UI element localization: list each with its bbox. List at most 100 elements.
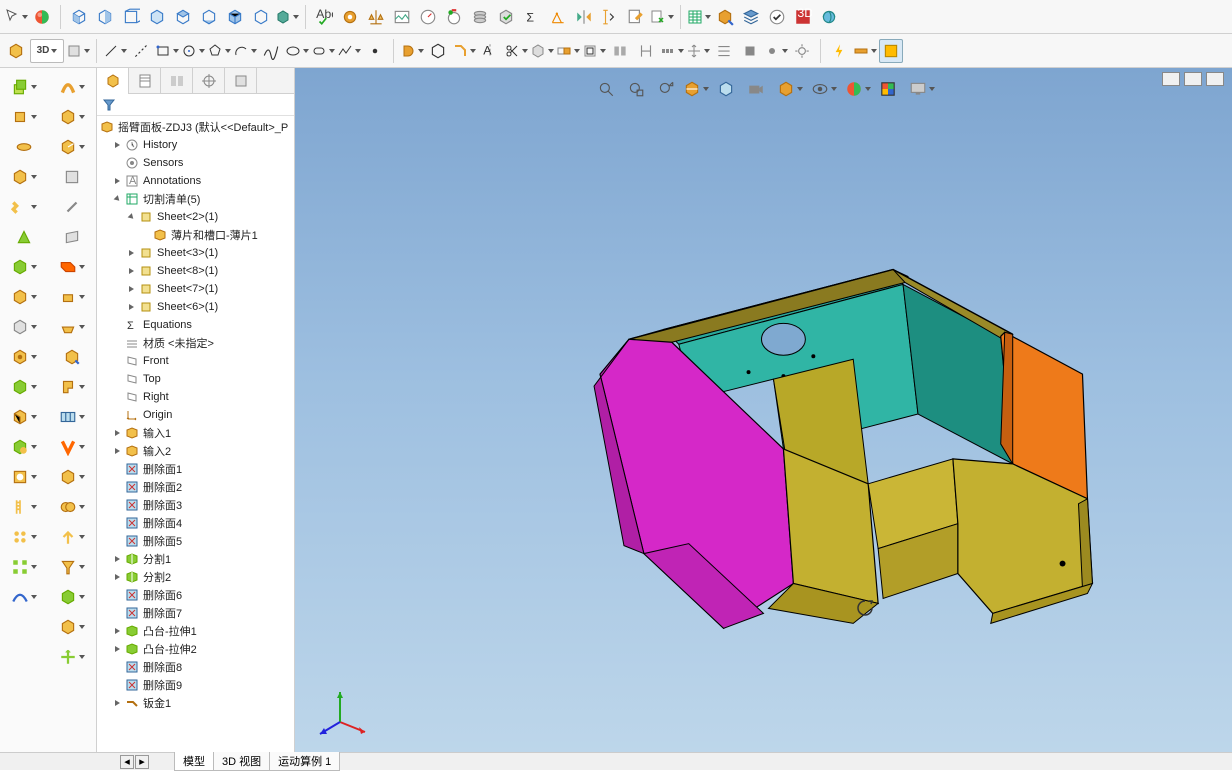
tab-config[interactable] (129, 68, 161, 94)
bracket-icon[interactable] (52, 372, 92, 401)
viewport-close-icon[interactable] (1206, 72, 1224, 86)
tab-motion-study[interactable]: 运动算例 1 (269, 752, 340, 771)
zigzag-icon[interactable] (4, 192, 44, 221)
hex-icon[interactable] (426, 39, 450, 63)
expand-icon[interactable] (111, 553, 123, 565)
expand-icon[interactable] (125, 247, 137, 259)
line-icon[interactable] (103, 39, 127, 63)
edge-cube-icon[interactable] (4, 39, 28, 63)
tree-feature[interactable]: 删除面1 (97, 460, 294, 478)
move-arrows-icon[interactable] (52, 642, 92, 671)
tree-material[interactable]: 材质 <未指定> (97, 334, 294, 352)
tree-feature[interactable]: 钣金1 (97, 694, 294, 712)
dropdown-cube-icon[interactable] (66, 39, 90, 63)
menu-icon[interactable] (712, 39, 736, 63)
tree-feature[interactable]: 删除面4 (97, 514, 294, 532)
tree-origin[interactable]: Origin (97, 406, 294, 424)
box-ref-icon[interactable] (530, 39, 554, 63)
expand-icon[interactable] (111, 139, 123, 151)
tree-sheet8[interactable]: Sheet<8>(1) (97, 262, 294, 280)
extrude-boss-icon[interactable] (4, 72, 44, 101)
tree-feature[interactable]: 凸台-拉伸2 (97, 640, 294, 658)
link-icon[interactable] (338, 5, 362, 29)
revolve-cut-icon[interactable] (4, 252, 44, 281)
zip-icon[interactable] (4, 492, 44, 521)
hem-icon[interactable] (4, 312, 44, 341)
scroll-left-icon[interactable]: ◂ (120, 755, 134, 769)
wedge-icon[interactable] (4, 222, 44, 251)
view-left-icon[interactable] (119, 5, 143, 29)
tree-feature[interactable]: 删除面3 (97, 496, 294, 514)
polyline-icon[interactable] (337, 39, 361, 63)
sheet-edit-icon[interactable] (624, 5, 648, 29)
layers-panel-icon[interactable] (879, 39, 903, 63)
check-circle-icon[interactable] (765, 5, 789, 29)
sheet-x-icon[interactable] (650, 5, 674, 29)
cube-dot-icon[interactable] (4, 342, 44, 371)
revolve2-icon[interactable] (4, 132, 44, 161)
curve-edit-icon[interactable] (52, 72, 92, 101)
revolve-boss-icon[interactable] (4, 102, 44, 131)
expand-icon[interactable] (111, 445, 123, 457)
corner-rect-icon[interactable] (155, 39, 179, 63)
orange-v-icon[interactable] (52, 432, 92, 461)
3d-mode-icon[interactable]: 3D (30, 39, 64, 63)
centerline-icon[interactable] (129, 39, 153, 63)
geometry-icon[interactable] (546, 5, 570, 29)
stop-icon[interactable] (738, 39, 762, 63)
expand-icon[interactable] (125, 283, 137, 295)
offset-icon[interactable] (582, 39, 606, 63)
circle-icon[interactable] (181, 39, 205, 63)
polygon-icon[interactable] (207, 39, 231, 63)
pattern-linear-icon[interactable] (660, 39, 684, 63)
cube-gold2-icon[interactable] (52, 132, 92, 161)
tree-feature[interactable]: 凸台-拉伸1 (97, 622, 294, 640)
ellipse-icon[interactable] (285, 39, 309, 63)
tree-feature[interactable]: 删除面2 (97, 478, 294, 496)
expand-icon[interactable] (111, 193, 123, 205)
tab-display[interactable] (161, 68, 193, 94)
tree-feature[interactable]: 删除面7 (97, 604, 294, 622)
convert-icon[interactable] (556, 39, 580, 63)
align-icon[interactable] (634, 39, 658, 63)
cube-gold-icon[interactable] (52, 102, 92, 131)
pattern-icon[interactable] (4, 552, 44, 581)
cube-icon[interactable] (4, 282, 44, 311)
grid-icon[interactable] (52, 222, 92, 251)
tree-feature[interactable]: 分割2 (97, 568, 294, 586)
view-top-icon[interactable] (171, 5, 195, 29)
tree-cutlist[interactable]: 切割清单(5) (97, 190, 294, 208)
viewport-minimize-icon[interactable] (1162, 72, 1180, 86)
gold-small-icon[interactable] (52, 282, 92, 311)
grid-blue-icon[interactable] (52, 402, 92, 431)
view-right-icon[interactable] (145, 5, 169, 29)
view-bottom-icon[interactable] (197, 5, 221, 29)
green-cube-icon[interactable] (52, 582, 92, 611)
move-icon[interactable] (686, 39, 710, 63)
viewport-restore-icon[interactable] (1184, 72, 1202, 86)
tree-history[interactable]: History (97, 136, 294, 154)
export-icon[interactable] (713, 5, 737, 29)
point-icon[interactable] (363, 39, 387, 63)
tree-sheet6[interactable]: Sheet<6>(1) (97, 298, 294, 316)
curve-icon[interactable] (4, 582, 44, 611)
tree-sensors[interactable]: Sensors (97, 154, 294, 172)
slot-icon[interactable] (311, 39, 335, 63)
spline-icon[interactable] (259, 39, 283, 63)
expand-icon[interactable] (111, 625, 123, 637)
timer-icon[interactable] (442, 5, 466, 29)
table-icon[interactable] (687, 5, 711, 29)
filter-icon[interactable] (101, 97, 117, 113)
tree-feature[interactable]: 删除面8 (97, 658, 294, 676)
arc-icon[interactable] (233, 39, 257, 63)
tree-feature[interactable]: 输入2 (97, 442, 294, 460)
expand-icon[interactable] (125, 211, 137, 223)
view-iso-icon[interactable] (223, 5, 247, 29)
tab-3d-view[interactable]: 3D 视图 (213, 752, 270, 771)
expand-icon[interactable] (125, 301, 137, 313)
tree-feature[interactable]: 输入1 (97, 424, 294, 442)
loft-icon[interactable] (4, 432, 44, 461)
tree-right-plane[interactable]: Right (97, 388, 294, 406)
cursor-select-icon[interactable] (4, 5, 28, 29)
dot-icon[interactable] (764, 39, 788, 63)
